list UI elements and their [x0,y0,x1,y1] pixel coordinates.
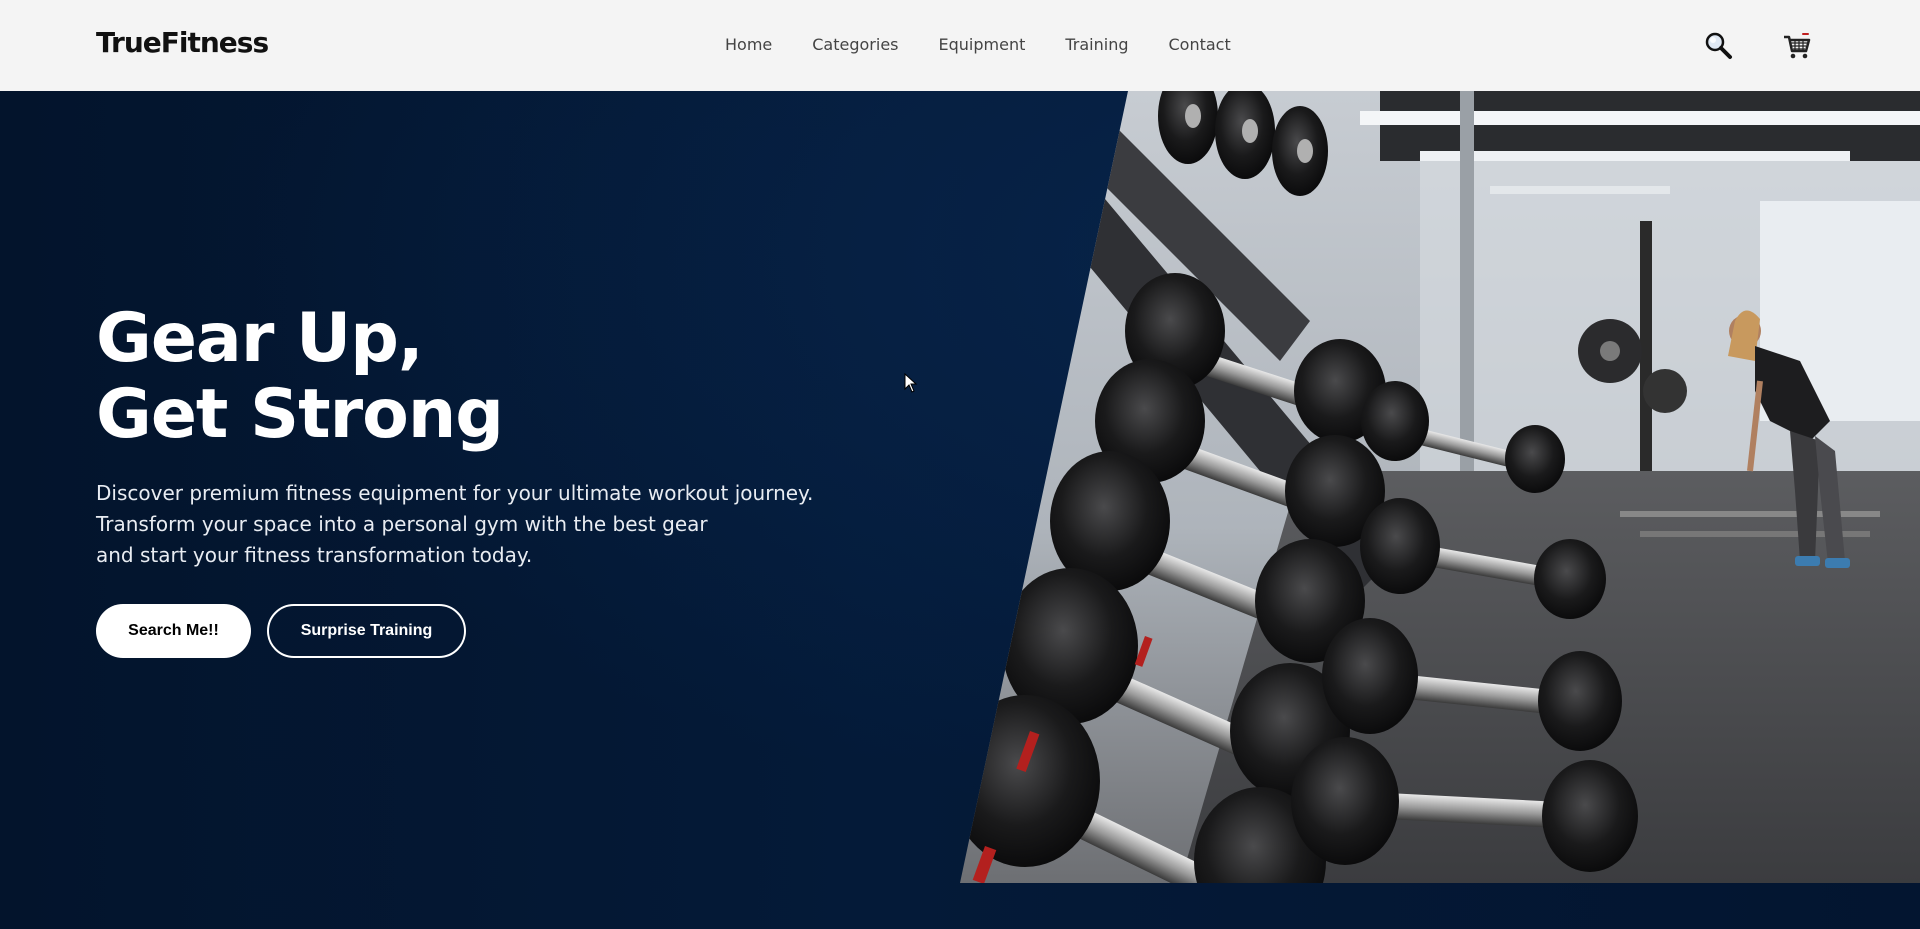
top-navbar: TrueFitness Home Categories Equipment Tr… [0,0,1920,91]
hero-description-line1: Discover premium fitness equipment for y… [96,481,814,505]
hero-description-line2: Transform your space into a personal gym… [96,512,708,536]
nav-equipment[interactable]: Equipment [939,35,1026,54]
nav-categories[interactable]: Categories [812,35,898,54]
surprise-training-button[interactable]: Surprise Training [267,604,466,658]
mouse-cursor-icon [904,373,918,393]
hero-description: Discover premium fitness equipment for y… [96,478,896,571]
hero-title-line1: Gear Up, [96,299,424,378]
hero-title: Gear Up, Get Strong [96,299,504,454]
hero-section: Gear Up, Get Strong Discover premium fit… [0,91,1920,929]
nav-contact[interactable]: Contact [1169,35,1231,54]
nav-home[interactable]: Home [725,35,772,54]
cart-icon[interactable] [1781,30,1813,62]
hero-title-line2: Get Strong [96,375,504,454]
hero-description-line3: and start your fitness transformation to… [96,543,533,567]
site-logo[interactable]: TrueFitness [96,26,269,59]
search-icon[interactable] [1703,30,1735,62]
main-nav: Home Categories Equipment Training Conta… [725,35,1271,54]
search-me-button[interactable]: Search Me!! [96,604,251,658]
nav-training[interactable]: Training [1065,35,1128,54]
